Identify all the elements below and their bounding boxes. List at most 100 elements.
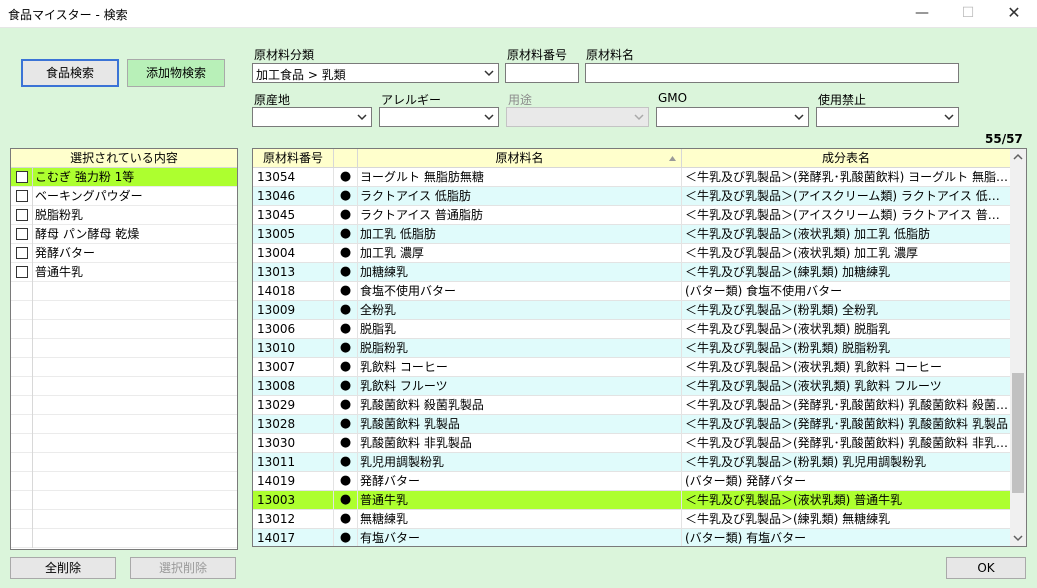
table-row[interactable]: 13011 ● 乳児用調製粉乳 ＜牛乳及び乳製品＞(粉乳類) 乳児用調製粉乳	[253, 453, 1010, 472]
scrollbar-thumb[interactable]	[1012, 372, 1024, 493]
selected-list-item[interactable]: ベーキングパウダー	[11, 187, 237, 206]
table-row[interactable]: 13028 ● 乳酸菌飲料 乳製品 ＜牛乳及び乳製品＞(発酵乳･乳酸菌飲料) 乳酸菌飲…	[253, 415, 1010, 434]
table-row[interactable]: 13008 ● 乳飲料 フルーツ ＜牛乳及び乳製品＞(液状乳類) 乳飲料 フルーツ	[253, 377, 1010, 396]
cell-name: 食塩不使用バター	[358, 282, 682, 301]
selected-list-item[interactable]: 普通牛乳	[11, 263, 237, 282]
close-button[interactable]: ✕	[991, 0, 1037, 28]
cell-name: ラクトアイス 普通脂肪	[358, 206, 682, 225]
category-value: 加工食品 > 乳類	[256, 68, 346, 82]
cell-name: 加糖練乳	[358, 263, 682, 282]
selected-list-item[interactable]: 発酵バター	[11, 244, 237, 263]
column-divider	[32, 168, 33, 187]
column-divider	[32, 187, 33, 206]
item-checkbox[interactable]	[16, 190, 28, 202]
cell-composition: ＜牛乳及び乳製品＞(粉乳類) 乳児用調製粉乳	[685, 455, 927, 469]
cell-mark: ●	[334, 339, 358, 358]
table-row[interactable]: 13045 ● ラクトアイス 普通脂肪 ＜牛乳及び乳製品＞(アイスクリーム類) ラクト…	[253, 206, 1010, 225]
selected-list-item[interactable]: こむぎ 強力粉 1等	[11, 168, 237, 187]
origin-select[interactable]	[252, 107, 372, 127]
cell-name: 乳酸菌飲料 乳製品	[358, 415, 682, 434]
cell-mark: ●	[334, 358, 358, 377]
cell-composition: ＜牛乳及び乳製品＞(発酵乳･乳酸菌飲料) 乳酸菌飲料 乳製品	[685, 417, 1008, 431]
cell-number: 13009	[253, 301, 334, 320]
selected-list-item	[11, 320, 237, 339]
table-row[interactable]: 13029 ● 乳酸菌飲料 殺菌乳製品 ＜牛乳及び乳製品＞(発酵乳･乳酸菌飲料) 乳酸…	[253, 396, 1010, 415]
column-divider	[32, 358, 33, 377]
delete-selected-button: 選択削除	[130, 557, 236, 579]
column-header-name[interactable]: 原材料名	[358, 149, 682, 168]
column-divider	[32, 377, 33, 396]
scroll-down-icon[interactable]	[1013, 533, 1023, 543]
item-checkbox[interactable]	[16, 247, 28, 259]
category-select[interactable]: 加工食品 > 乳類	[252, 63, 499, 83]
column-divider	[32, 225, 33, 244]
item-checkbox[interactable]	[16, 209, 28, 221]
name-input[interactable]	[585, 63, 959, 83]
cell-name: 普通牛乳	[358, 491, 682, 510]
cell-number: 13046	[253, 187, 334, 206]
table-row[interactable]: 13006 ● 脱脂乳 ＜牛乳及び乳製品＞(液状乳類) 脱脂乳	[253, 320, 1010, 339]
minimize-button[interactable]: —	[899, 0, 945, 28]
cell-mark: ●	[334, 472, 358, 491]
column-divider	[32, 434, 33, 453]
table-row[interactable]: 13054 ● ヨーグルト 無脂肪無糖 ＜牛乳及び乳製品＞(発酵乳･乳酸菌飲料) ヨー…	[253, 168, 1010, 187]
cell-composition: ＜牛乳及び乳製品＞(粉乳類) 全粉乳	[685, 303, 879, 317]
chevron-down-icon	[484, 114, 494, 121]
cell-composition: ＜牛乳及び乳製品＞(練乳類) 無糖練乳	[685, 512, 891, 526]
cell-composition: ＜牛乳及び乳製品＞(発酵乳･乳酸菌飲料) ヨーグルト 無脂肪無糖	[685, 170, 1010, 184]
table-row[interactable]: 13003 ● 普通牛乳 ＜牛乳及び乳製品＞(液状乳類) 普通牛乳	[253, 491, 1010, 510]
cell-composition: ＜牛乳及び乳製品＞(液状乳類) 乳飲料 コーヒー	[685, 360, 942, 374]
ok-button[interactable]: OK	[946, 557, 1026, 579]
column-header-composition[interactable]: 成分表名	[682, 149, 1010, 168]
usage-label: 用途	[508, 93, 533, 107]
cell-number: 13029	[253, 396, 334, 415]
table-row[interactable]: 13007 ● 乳飲料 コーヒー ＜牛乳及び乳製品＞(液状乳類) 乳飲料 コーヒー	[253, 358, 1010, 377]
chevron-down-icon	[484, 70, 494, 77]
column-header-number[interactable]: 原材料番号	[253, 149, 334, 168]
selected-list-item[interactable]: 酵母 パン酵母 乾燥	[11, 225, 237, 244]
table-row[interactable]: 13012 ● 無糖練乳 ＜牛乳及び乳製品＞(練乳類) 無糖練乳	[253, 510, 1010, 529]
table-row[interactable]: 13013 ● 加糖練乳 ＜牛乳及び乳製品＞(練乳類) 加糖練乳	[253, 263, 1010, 282]
cell-composition: ＜牛乳及び乳製品＞(アイスクリーム類) ラクトアイス 低脂肪	[685, 189, 1010, 203]
column-divider	[32, 301, 33, 320]
table-row[interactable]: 13004 ● 加工乳 濃厚 ＜牛乳及び乳製品＞(液状乳類) 加工乳 濃厚	[253, 244, 1010, 263]
allergy-select[interactable]	[379, 107, 499, 127]
cell-mark: ●	[334, 510, 358, 529]
cell-number: 13006	[253, 320, 334, 339]
additive-search-button[interactable]: 添加物検索	[127, 59, 225, 87]
selected-list-item[interactable]: 脱脂粉乳	[11, 206, 237, 225]
table-row[interactable]: 14018 ● 食塩不使用バター (バター類) 食塩不使用バター	[253, 282, 1010, 301]
number-input[interactable]	[505, 63, 579, 83]
table-row[interactable]: 13005 ● 加工乳 低脂肪 ＜牛乳及び乳製品＞(液状乳類) 加工乳 低脂肪	[253, 225, 1010, 244]
selected-list-body: こむぎ 強力粉 1等 ベーキングパウダー 脱脂粉乳 酵母 パン酵母 乾燥 発酵バター 普通…	[11, 168, 237, 548]
vertical-scrollbar[interactable]	[1010, 149, 1026, 546]
food-search-button[interactable]: 食品検索	[21, 59, 119, 87]
gmo-select[interactable]	[656, 107, 809, 127]
cell-mark: ●	[334, 320, 358, 339]
table-row[interactable]: 14017 ● 有塩バター (バター類) 有塩バター	[253, 529, 1010, 546]
cell-number: 14017	[253, 529, 334, 546]
clear-all-button[interactable]: 全削除	[10, 557, 116, 579]
table-row[interactable]: 13046 ● ラクトアイス 低脂肪 ＜牛乳及び乳製品＞(アイスクリーム類) ラクトア…	[253, 187, 1010, 206]
cell-mark: ●	[334, 301, 358, 320]
table-row[interactable]: 14019 ● 発酵バター (バター類) 発酵バター	[253, 472, 1010, 491]
table-row[interactable]: 13010 ● 脱脂粉乳 ＜牛乳及び乳製品＞(粉乳類) 脱脂粉乳	[253, 339, 1010, 358]
cell-number: 13028	[253, 415, 334, 434]
cell-composition: ＜牛乳及び乳製品＞(液状乳類) 加工乳 濃厚	[685, 246, 918, 260]
cell-number: 13012	[253, 510, 334, 529]
column-divider	[32, 491, 33, 510]
scroll-up-icon[interactable]	[1013, 152, 1023, 162]
banned-select[interactable]	[816, 107, 959, 127]
cell-composition: ＜牛乳及び乳製品＞(アイスクリーム類) ラクトアイス 普通脂肪	[685, 208, 1010, 222]
banned-label: 使用禁止	[818, 93, 867, 107]
column-header-name-label: 原材料名	[495, 151, 544, 165]
column-divider	[32, 320, 33, 339]
item-checkbox[interactable]	[16, 171, 28, 183]
item-checkbox[interactable]	[16, 228, 28, 240]
maximize-button[interactable]: ☐	[945, 0, 991, 28]
usage-select	[506, 107, 649, 127]
table-row[interactable]: 13009 ● 全粉乳 ＜牛乳及び乳製品＞(粉乳類) 全粉乳	[253, 301, 1010, 320]
selected-list-item	[11, 472, 237, 491]
table-row[interactable]: 13030 ● 乳酸菌飲料 非乳製品 ＜牛乳及び乳製品＞(発酵乳･乳酸菌飲料) 乳酸菌…	[253, 434, 1010, 453]
item-checkbox[interactable]	[16, 266, 28, 278]
